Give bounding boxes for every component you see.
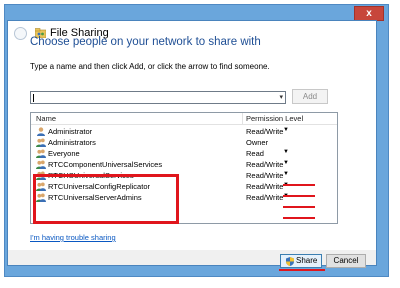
list-item[interactable]: Administrators Owner xyxy=(31,137,337,148)
column-name-header[interactable]: Name xyxy=(36,114,56,123)
group-icon xyxy=(36,193,46,202)
permission-dropdown-icon[interactable]: ▼ xyxy=(283,171,289,177)
list-item[interactable]: RTCHSUniversalServices Read/Write ▼ xyxy=(31,170,337,181)
list-item[interactable]: Administrator Read/Write ▼ xyxy=(31,126,337,137)
highlight-underline xyxy=(283,184,315,186)
list-item[interactable]: RTCComponentUniversalServices Read/Write ▼ xyxy=(31,159,337,170)
column-permission-header[interactable]: Permission Level xyxy=(246,114,303,123)
group-icon xyxy=(36,182,46,191)
permission-dropdown-icon[interactable]: ▼ xyxy=(283,160,289,166)
user-icon xyxy=(36,127,46,136)
list-item-name: Administrator xyxy=(48,127,93,136)
highlight-underline xyxy=(283,195,315,197)
text-caret xyxy=(33,94,34,102)
close-icon: x xyxy=(366,8,372,19)
list-item[interactable]: RTCUniversalConfigReplicatorRead/Write▼ xyxy=(31,181,337,192)
list-item-name: RTCComponentUniversalServices xyxy=(48,160,163,169)
close-button[interactable]: x xyxy=(354,6,384,21)
add-button[interactable]: Add xyxy=(292,89,328,104)
permission-level[interactable]: Read/Write xyxy=(246,127,283,136)
dropdown-arrow-icon[interactable]: ▾ xyxy=(279,93,283,101)
list-header: Name Permission Level xyxy=(31,113,337,125)
permission-level[interactable]: Read/Write xyxy=(246,171,283,180)
list-item-name: Administrators xyxy=(48,138,96,147)
instruction-text: Type a name and then click Add, or click… xyxy=(30,62,270,71)
group-icon xyxy=(36,171,46,180)
permission-level[interactable]: Read/Write xyxy=(246,160,283,169)
group-icon xyxy=(36,138,46,147)
name-input[interactable]: ▾ xyxy=(30,91,286,104)
list-item-name: RTCUniversalConfigReplicator xyxy=(48,182,150,191)
share-label: Share xyxy=(296,256,318,265)
permission-dropdown-icon[interactable]: ▼ xyxy=(283,127,289,133)
permission-level[interactable]: Read xyxy=(246,149,264,158)
permission-level: Owner xyxy=(246,138,269,147)
highlight-underline xyxy=(283,217,315,219)
permission-level[interactable]: Read/Write xyxy=(246,182,283,191)
list-item-name: RTCHSUniversalServices xyxy=(48,171,134,180)
highlight-underline xyxy=(283,206,315,208)
list-item[interactable]: Everyone Read ▼ xyxy=(31,148,337,159)
group-icon xyxy=(36,160,46,169)
trouble-sharing-link[interactable]: I'm having trouble sharing xyxy=(30,233,116,242)
highlight-underline xyxy=(279,269,325,271)
share-button[interactable]: Share xyxy=(280,254,322,268)
page-heading: Choose people on your network to share w… xyxy=(30,36,261,48)
list-item[interactable]: RTCUniversalServerAdminsRead/Write▼ xyxy=(31,192,337,203)
uac-shield-icon xyxy=(286,257,294,266)
back-button[interactable] xyxy=(14,27,27,40)
permission-dropdown-icon[interactable]: ▼ xyxy=(283,149,289,155)
permission-level[interactable]: Read/Write xyxy=(246,193,283,202)
list-item-name: RTCUniversalServerAdmins xyxy=(48,193,142,202)
cancel-button[interactable]: Cancel xyxy=(326,254,366,268)
column-divider xyxy=(242,113,243,124)
group-icon xyxy=(36,149,46,158)
list-item-name: Everyone xyxy=(48,149,80,158)
